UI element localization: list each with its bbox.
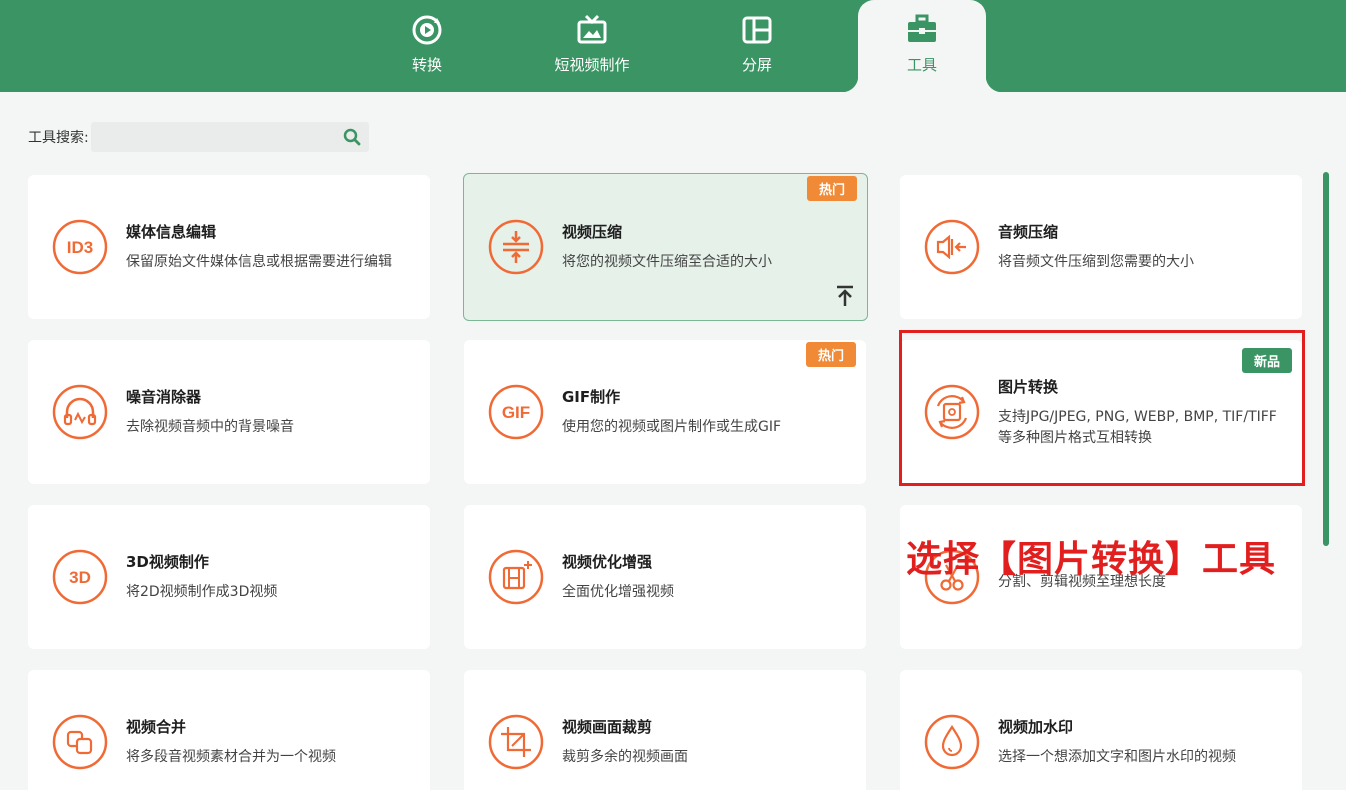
tool-card-media-info[interactable]: ID3 媒体信息编辑 保留原始文件媒体信息或根据需要进行编辑	[28, 175, 430, 319]
card-title: 视频压缩	[562, 223, 623, 241]
card-title: 视频加水印	[998, 718, 1074, 736]
tool-card-video-compress[interactable]: 热门 视频压缩 将您的视频文件压缩至合适的大小	[463, 173, 868, 321]
tool-card-audio-compress[interactable]: 音频压缩 将音频文件压缩到您需要的大小	[900, 175, 1302, 319]
card-desc: 将2D视频制作成3D视频	[126, 584, 278, 600]
droplet-icon	[922, 712, 982, 772]
card-title: 音频压缩	[998, 223, 1059, 241]
top-nav-bar: 转换 短视频制作 分屏 工具	[0, 0, 1346, 92]
card-title: 视频优化增强	[562, 553, 653, 571]
merge-icon	[50, 712, 110, 772]
tool-card-3d-video[interactable]: 3D 3D视频制作 将2D视频制作成3D视频	[28, 505, 430, 649]
enhance-icon	[486, 547, 546, 607]
tab-split-screen[interactable]: 分屏	[693, 0, 821, 92]
id3-icon-text: ID3	[67, 238, 93, 257]
hot-badge: 热门	[805, 342, 856, 367]
search-input[interactable]	[90, 122, 369, 152]
3d-icon-text: 3D	[69, 568, 91, 587]
hot-badge: 热门	[806, 176, 857, 201]
card-desc: 将您的视频文件压缩至合适的大小	[562, 254, 772, 270]
convert-icon	[407, 10, 447, 50]
back-to-top-icon[interactable]	[835, 284, 855, 308]
scrollbar[interactable]	[1323, 172, 1329, 546]
tool-card-watermark[interactable]: 视频加水印 选择一个想添加文字和图片水印的视频	[900, 670, 1302, 790]
tool-card-video-enhance[interactable]: 视频优化增强 全面优化增强视频	[464, 505, 866, 649]
tab-split-screen-label: 分屏	[741, 56, 772, 74]
card-desc: 全面优化增强视频	[562, 584, 674, 600]
crop-icon	[486, 712, 546, 772]
image-convert-icon	[922, 382, 982, 442]
tab-tools[interactable]: 工具	[842, 0, 1002, 92]
tv-icon	[572, 10, 612, 50]
annotation-text: 选择【图片转换】工具	[906, 539, 1277, 580]
tab-short-video[interactable]: 短视频制作	[528, 0, 656, 92]
card-title: 媒体信息编辑	[126, 223, 217, 241]
card-desc: 保留原始文件媒体信息或根据需要进行编辑	[126, 254, 392, 270]
3d-icon: 3D	[50, 547, 110, 607]
gif-icon: GIF	[486, 382, 546, 442]
card-desc: 将音频文件压缩到您需要的大小	[998, 254, 1194, 270]
card-desc: 使用您的视频或图片制作或生成GIF	[562, 419, 782, 435]
audio-compress-icon	[922, 217, 982, 277]
toolbox-icon	[902, 10, 942, 50]
id3-icon: ID3	[50, 217, 110, 277]
card-title: GIF制作	[562, 388, 621, 406]
card-desc: 选择一个想添加文字和图片水印的视频	[998, 749, 1236, 765]
tool-card-image-convert[interactable]: 新品 图片转换 支持JPG/JPEG, PNG, WEBP, BMP, TIF/…	[900, 340, 1302, 484]
compress-icon	[486, 217, 546, 277]
card-title: 3D视频制作	[126, 553, 209, 571]
tab-convert-label: 转换	[411, 56, 442, 74]
card-desc: 支持JPG/JPEG, PNG, WEBP, BMP, TIF/TIFF等多种图…	[998, 408, 1277, 446]
card-title: 视频合并	[126, 718, 187, 736]
tool-card-noise-remover[interactable]: 噪音消除器 去除视频音频中的背景噪音	[28, 340, 430, 484]
new-badge: 新品	[1241, 348, 1292, 373]
card-desc: 裁剪多余的视频画面	[562, 749, 688, 765]
tool-card-video-crop[interactable]: 视频画面裁剪 裁剪多余的视频画面	[464, 670, 866, 790]
card-title: 噪音消除器	[126, 388, 202, 406]
split-screen-icon	[737, 10, 777, 50]
tab-short-video-label: 短视频制作	[554, 56, 630, 74]
gif-icon-text: GIF	[502, 403, 530, 422]
card-title: 视频画面裁剪	[562, 718, 653, 736]
card-desc: 去除视频音频中的背景噪音	[126, 419, 294, 435]
tab-tools-label: 工具	[906, 56, 937, 74]
search-icon[interactable]	[343, 128, 361, 146]
headphones-icon	[50, 382, 110, 442]
search-box	[90, 122, 369, 152]
card-desc: 将多段音视频素材合并为一个视频	[126, 749, 336, 765]
search-label: 工具搜索:	[28, 130, 89, 146]
card-title: 图片转换	[998, 377, 1059, 396]
tool-card-video-merge[interactable]: 视频合并 将多段音视频素材合并为一个视频	[28, 670, 430, 790]
tool-card-gif-maker[interactable]: 热门 GIF GIF制作 使用您的视频或图片制作或生成GIF	[464, 340, 866, 484]
tab-convert[interactable]: 转换	[363, 0, 491, 92]
tool-search: 工具搜索:	[28, 122, 369, 152]
